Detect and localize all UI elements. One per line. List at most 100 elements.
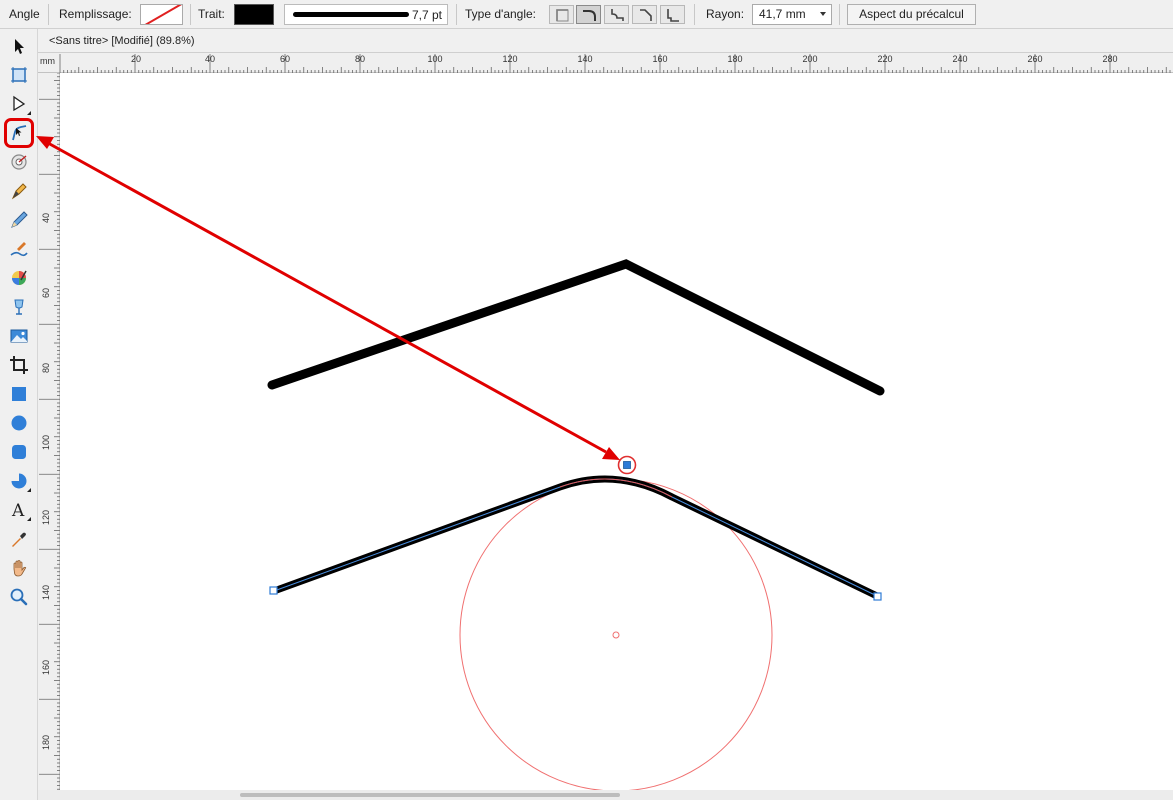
radius-value: 41,7 mm bbox=[759, 7, 806, 21]
ruler-label: 60 bbox=[41, 288, 51, 299]
corner-type-straight-button[interactable] bbox=[632, 5, 657, 24]
ruler-label: 120 bbox=[502, 54, 518, 64]
rounded-rectangle-tool[interactable] bbox=[6, 439, 32, 465]
view-tool[interactable] bbox=[6, 555, 32, 581]
ruler-label: 140 bbox=[577, 54, 593, 64]
artboard-tool-icon bbox=[11, 67, 27, 83]
corner-type-none-button[interactable] bbox=[549, 5, 574, 24]
rounded-curve[interactable] bbox=[272, 475, 879, 600]
crop-tool[interactable] bbox=[6, 352, 32, 378]
document-canvas[interactable] bbox=[60, 73, 1173, 790]
view-tool-icon bbox=[13, 560, 27, 577]
ruler-label: 260 bbox=[1027, 54, 1043, 64]
node-tool[interactable] bbox=[6, 91, 32, 117]
ellipse-tool[interactable] bbox=[6, 410, 32, 436]
zoom-tool[interactable] bbox=[6, 584, 32, 610]
place-image-tool-icon bbox=[10, 329, 28, 343]
text-tool[interactable]: A bbox=[6, 497, 32, 523]
corner-type-label: Type d'angle: bbox=[465, 7, 537, 21]
horizontal-scrollbar[interactable] bbox=[38, 790, 1173, 800]
pencil-tool-icon bbox=[11, 211, 28, 228]
artboard-tool[interactable] bbox=[6, 62, 32, 88]
ruler-label: 200 bbox=[802, 54, 818, 64]
preview-appearance-button[interactable]: Aspect du précalcul bbox=[847, 4, 976, 25]
pie-tool-icon bbox=[11, 473, 27, 489]
ruler-label: 100 bbox=[427, 54, 443, 64]
vertical-ruler-ticks bbox=[39, 73, 60, 790]
radius-label: Rayon: bbox=[706, 7, 745, 21]
ruler-label: 40 bbox=[204, 54, 216, 64]
end-node[interactable] bbox=[873, 592, 882, 601]
zoom-tool-icon bbox=[10, 588, 28, 606]
corner-tool[interactable] bbox=[4, 118, 34, 148]
ruler-label: 120 bbox=[41, 509, 51, 525]
ruler-label: 220 bbox=[877, 54, 893, 64]
node-tool-icon bbox=[13, 95, 26, 112]
start-node[interactable] bbox=[269, 586, 278, 595]
ruler-label: 20 bbox=[130, 54, 142, 64]
toolbar-divider bbox=[694, 4, 695, 25]
fill-tool-icon bbox=[12, 270, 27, 285]
tool-name-label: Angle bbox=[9, 7, 40, 21]
stroke-width-preview bbox=[293, 12, 409, 17]
canvas-artwork bbox=[267, 259, 885, 790]
original-curve[interactable] bbox=[267, 259, 885, 396]
ruler-label: 180 bbox=[727, 54, 743, 64]
vertical-ruler[interactable]: 40 60 80 100 120 140 160 180 bbox=[38, 73, 60, 790]
toolbar-divider bbox=[190, 4, 191, 25]
corner-straight-icon bbox=[639, 8, 652, 21]
ruler-label: 140 bbox=[41, 584, 51, 600]
crop-tool-icon bbox=[10, 356, 28, 374]
selection-outline bbox=[273, 478, 878, 597]
ruler-label: 240 bbox=[952, 54, 968, 64]
fill-swatch[interactable] bbox=[140, 4, 183, 25]
vector-brush-tool-icon bbox=[10, 242, 28, 257]
stroke-width-value: 7,7 pt bbox=[411, 8, 442, 22]
place-image-tool[interactable] bbox=[6, 323, 32, 349]
stroke-swatch[interactable] bbox=[234, 4, 274, 25]
point-transform-tool[interactable] bbox=[6, 149, 32, 175]
tools-panel: A bbox=[0, 29, 38, 800]
fill-tool[interactable] bbox=[6, 265, 32, 291]
ruler-label: 40 bbox=[41, 213, 51, 224]
pencil-tool[interactable] bbox=[6, 207, 32, 233]
transparency-tool[interactable] bbox=[6, 294, 32, 320]
transparency-tool-icon bbox=[14, 299, 24, 315]
color-picker-tool[interactable] bbox=[6, 526, 32, 552]
document-tab-bar: <Sans titre> [Modifié] (89.8%) bbox=[38, 29, 1173, 53]
text-tool-icon: A bbox=[11, 501, 25, 520]
color-picker-tool-icon bbox=[12, 532, 26, 547]
rectangle-tool[interactable] bbox=[6, 381, 32, 407]
toolbar-divider bbox=[48, 4, 49, 25]
ruler-unit-label: mm bbox=[40, 56, 55, 66]
corner-tool-icon bbox=[12, 125, 27, 141]
scrollbar-thumb[interactable] bbox=[240, 793, 620, 797]
stroke-width-slider[interactable]: 7,7 pt bbox=[284, 4, 448, 25]
ruler-label: 280 bbox=[1102, 54, 1118, 64]
document-tab[interactable]: <Sans titre> [Modifié] (89.8%) bbox=[49, 29, 195, 53]
ruler-label: 160 bbox=[652, 54, 668, 64]
chevron-down-icon bbox=[820, 12, 826, 16]
ruler-label: 100 bbox=[41, 434, 51, 450]
corner-type-concave-button[interactable] bbox=[604, 5, 629, 24]
move-tool[interactable] bbox=[6, 33, 32, 59]
toolbar-divider bbox=[839, 4, 840, 25]
ruler-label: 160 bbox=[41, 659, 51, 675]
ellipse-tool-icon bbox=[11, 415, 27, 431]
ruler-label: 180 bbox=[41, 734, 51, 750]
radius-dropdown[interactable]: 41,7 mm bbox=[752, 4, 832, 25]
pen-tool-icon bbox=[11, 183, 27, 200]
pie-tool[interactable] bbox=[6, 468, 32, 494]
stroke-label: Trait: bbox=[198, 7, 225, 21]
corner-type-round-button[interactable] bbox=[576, 5, 601, 24]
horizontal-ruler[interactable]: mm 20 40 60 80 100 120 140 160 180 200 2… bbox=[38, 53, 1173, 73]
toolbar-divider bbox=[456, 4, 457, 25]
ruler-label: 80 bbox=[41, 363, 51, 374]
ruler-label: 80 bbox=[354, 54, 366, 64]
corner-node[interactable] bbox=[623, 461, 631, 469]
radius-center-point bbox=[612, 631, 620, 639]
vector-brush-tool[interactable] bbox=[6, 236, 32, 262]
move-tool-icon bbox=[15, 39, 24, 54]
corner-type-stepped-button[interactable] bbox=[660, 5, 685, 24]
pen-tool[interactable] bbox=[6, 178, 32, 204]
